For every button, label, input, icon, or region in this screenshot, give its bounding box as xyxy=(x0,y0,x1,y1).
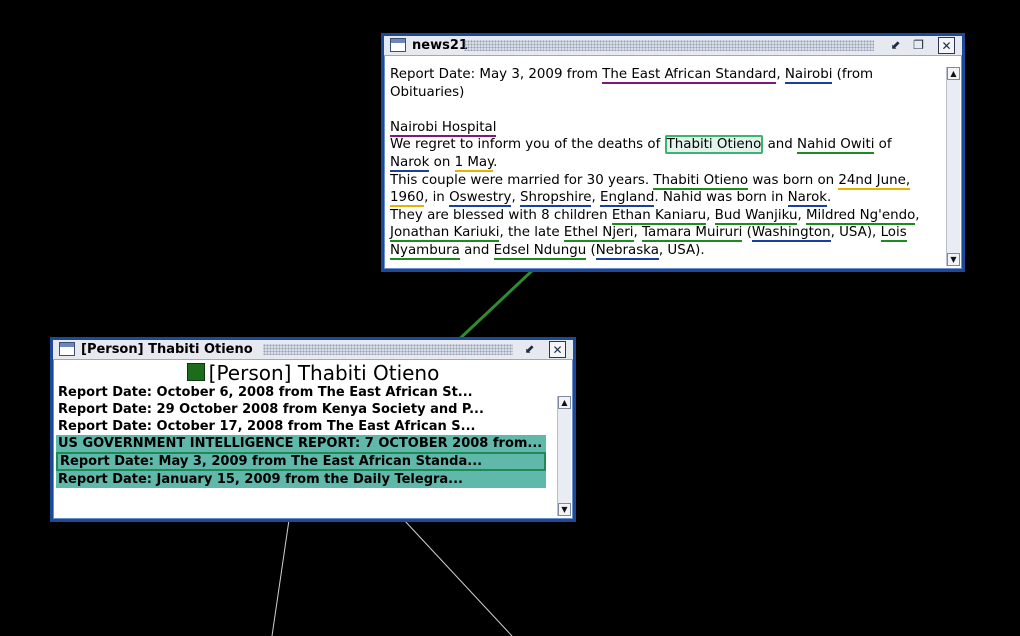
article-text: , xyxy=(633,225,643,241)
close-icon[interactable]: ✕ xyxy=(938,37,955,54)
article-line: Jonathan Kariuki, the late Ethel Njeri , … xyxy=(390,224,945,243)
article-text: Obituaries) xyxy=(390,84,465,100)
entity-link[interactable]: Nyambura xyxy=(390,242,460,260)
article-text: . xyxy=(827,190,832,206)
entity-link[interactable]: Tamara Muiruri xyxy=(642,225,743,243)
report-list-item[interactable]: Report Date: May 3, 2009 from The East A… xyxy=(56,452,546,471)
window-icon xyxy=(59,342,75,356)
article-text: . xyxy=(493,154,498,170)
maximize-icon[interactable]: ❐ xyxy=(910,37,927,54)
news-article-text: Report Date: May 3, 2009 from The East A… xyxy=(390,66,945,260)
article-line: We regret to inform you of the deaths of… xyxy=(390,135,945,155)
entity-link[interactable]: Ethan Kaniaru xyxy=(611,207,707,225)
entity-link[interactable]: Ethel Njeri xyxy=(563,225,634,243)
article-text: (from xyxy=(832,67,874,82)
report-list-item[interactable]: Report Date: 29 October 2008 from Kenya … xyxy=(56,401,546,418)
news-titlebar[interactable]: news21 ⬋ ❐ ✕ xyxy=(384,36,962,56)
report-list-item[interactable]: US GOVERNMENT INTELLIGENCE REPORT: 7 OCT… xyxy=(56,435,546,452)
article-text: on xyxy=(429,154,455,170)
article-text: and xyxy=(763,137,798,153)
article-line: Nyambura and Edsel Ndungu (Nebraska, USA… xyxy=(390,242,945,260)
entity-link[interactable]: Narok xyxy=(787,190,828,208)
entity-link[interactable]: Nairobi Hospital xyxy=(390,119,497,137)
window-icon xyxy=(390,38,406,52)
entity-link[interactable]: Oswestry xyxy=(449,190,512,208)
entity-link[interactable]: 1960 xyxy=(390,190,425,208)
person-titlebar[interactable]: [Person] Thabiti Otieno ⬋ ✕ xyxy=(53,340,573,360)
entity-link[interactable]: Bud Wanjiku xyxy=(714,207,798,225)
article-line: 1960, in Oswestry, Shropshire, England. … xyxy=(390,189,945,208)
entity-link[interactable]: Jonathan Kariuki xyxy=(390,225,500,243)
entity-link[interactable]: Edsel Ndungu xyxy=(493,242,587,260)
entity-link[interactable]: Shropshire xyxy=(519,190,592,208)
titlebar-grip xyxy=(263,344,513,355)
article-text: , xyxy=(706,207,715,223)
article-text: of xyxy=(874,137,892,153)
scroll-up-icon[interactable]: ▲ xyxy=(947,67,960,80)
article-text: , xyxy=(776,67,785,82)
entity-link[interactable]: The East African Standard xyxy=(602,67,777,84)
minimize-icon[interactable]: ⬋ xyxy=(521,341,538,358)
person-window-title: [Person] Thabiti Otieno xyxy=(81,342,253,357)
scroll-up-icon[interactable]: ▲ xyxy=(558,396,571,409)
article-text: , xyxy=(915,207,920,223)
entity-link[interactable]: Lois xyxy=(880,225,907,243)
graph-edge-left xyxy=(271,519,290,636)
article-text: They are blessed with 8 children xyxy=(390,207,612,223)
article-text: ( xyxy=(586,242,596,258)
article-line: Nairobi Hospital xyxy=(390,119,945,137)
article-line: This couple were married for 30 years. T… xyxy=(390,172,945,190)
article-line: Obituaries) xyxy=(390,84,945,102)
entity-link[interactable]: Nebraska xyxy=(595,242,659,260)
news-scrollbar[interactable]: ▲ ▼ xyxy=(946,67,960,266)
article-text: . Nahid was born in xyxy=(654,190,788,206)
article-text: Report Date: May 3, 2009 from xyxy=(390,67,603,82)
person-header: [Person] Thabiti Otieno xyxy=(53,361,573,385)
report-list-item[interactable]: Report Date: October 6, 2008 from The Ea… xyxy=(56,384,546,401)
report-list[interactable]: Report Date: October 6, 2008 from The Ea… xyxy=(56,384,546,488)
article-text: , xyxy=(591,190,600,206)
titlebar-grip xyxy=(464,40,874,51)
article-line: They are blessed with 8 children Ethan K… xyxy=(390,207,945,225)
article-text: , USA). xyxy=(658,242,705,258)
close-icon[interactable]: ✕ xyxy=(549,341,566,358)
entity-link[interactable]: Mildred Ng'endo xyxy=(805,207,916,225)
person-color-square xyxy=(186,363,205,381)
entity-link[interactable]: Thabiti Otieno xyxy=(653,172,749,190)
article-text: and xyxy=(459,242,494,258)
entity-link[interactable]: Thabiti Otieno xyxy=(664,135,764,155)
report-list-item[interactable]: Report Date: October 17, 2008 from The E… xyxy=(56,418,546,435)
article-text: , in xyxy=(424,190,450,206)
minimize-icon[interactable]: ⬋ xyxy=(887,37,904,54)
entity-link[interactable]: Nahid Owiti xyxy=(797,137,875,155)
article-text: ( xyxy=(742,225,752,241)
article-text: This couple were married for 30 years. xyxy=(390,172,654,188)
entity-link[interactable]: Nairobi xyxy=(784,67,833,84)
article-line: Report Date: May 3, 2009 from The East A… xyxy=(390,66,945,84)
news-window[interactable]: news21 ⬋ ❐ ✕ Report Date: May 3, 2009 fr… xyxy=(381,33,965,272)
scroll-down-icon[interactable]: ▼ xyxy=(947,253,960,266)
entity-link[interactable]: 1 May xyxy=(454,154,494,172)
report-list-item[interactable]: Report Date: January 15, 2009 from the D… xyxy=(56,471,546,488)
person-header-label: [Person] Thabiti Otieno xyxy=(208,361,440,385)
person-scrollbar[interactable]: ▲ ▼ xyxy=(557,396,571,516)
scroll-down-icon[interactable]: ▼ xyxy=(558,503,571,516)
news-window-title: news21 xyxy=(412,38,468,53)
article-text: , USA), xyxy=(830,225,881,241)
article-text: , the late xyxy=(499,225,564,241)
entity-link[interactable]: Washington xyxy=(751,225,831,243)
article-text: , xyxy=(797,207,806,223)
article-text: was born on xyxy=(748,172,839,188)
person-window[interactable]: [Person] Thabiti Otieno ⬋ ✕ [Person] Tha… xyxy=(50,337,576,522)
article-text: We regret to inform you of the deaths of xyxy=(390,137,665,153)
entity-link[interactable]: Narok xyxy=(390,154,430,172)
article-text: , xyxy=(511,190,520,206)
article-line: Narok on 1 May. xyxy=(390,154,945,172)
article-line xyxy=(390,101,945,119)
entity-link[interactable]: England xyxy=(600,190,655,208)
entity-link[interactable]: 24nd June, xyxy=(838,172,911,190)
graph-edge-right xyxy=(403,519,513,636)
